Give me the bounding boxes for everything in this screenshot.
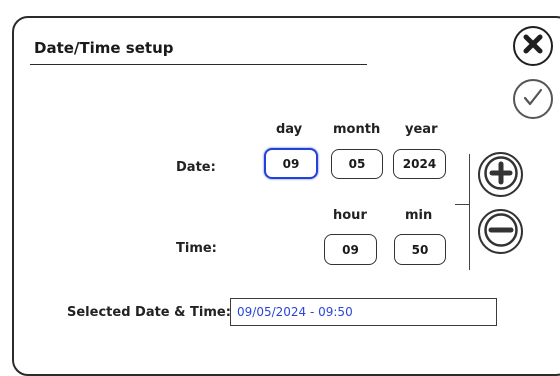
plus-icon [483, 155, 519, 195]
checkmark-icon [518, 82, 548, 116]
min-header: min [405, 208, 433, 223]
day-field[interactable]: 09 [264, 148, 318, 179]
close-button[interactable] [513, 26, 553, 66]
horizontal-separator [455, 204, 470, 205]
increment-button[interactable] [478, 152, 523, 197]
close-icon [518, 29, 548, 63]
month-header: month [333, 122, 381, 137]
time-label: Time: [176, 241, 217, 256]
date-label: Date: [176, 160, 216, 175]
minus-icon [483, 212, 519, 252]
month-field[interactable]: 05 [331, 149, 383, 179]
title-underline [30, 64, 367, 65]
hour-header: hour [333, 208, 367, 223]
selected-datetime-label: Selected Date & Time: [67, 305, 231, 320]
dialog-title: Date/Time setup [34, 39, 174, 57]
vertical-separator [469, 154, 470, 270]
min-field[interactable]: 50 [394, 234, 446, 265]
hour-field[interactable]: 09 [324, 234, 377, 265]
year-field[interactable]: 2024 [393, 149, 446, 179]
confirm-button[interactable] [513, 79, 553, 119]
selected-datetime-field: 09/05/2024 - 09:50 [230, 298, 497, 326]
decrement-button[interactable] [478, 209, 523, 254]
year-header: year [405, 122, 438, 137]
day-header: day [276, 122, 303, 137]
